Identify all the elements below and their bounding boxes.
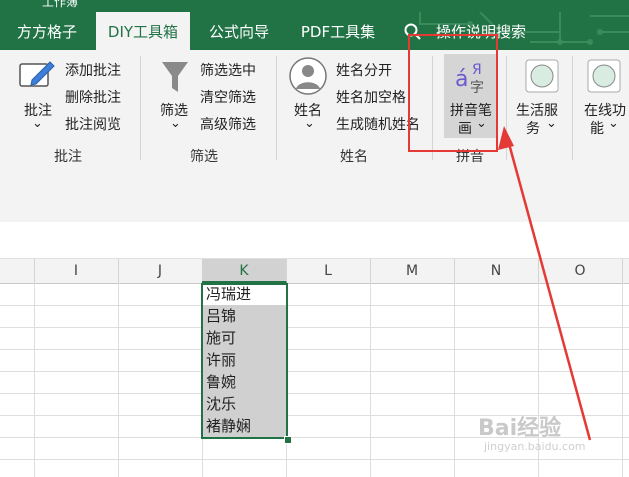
annotation-arrow-icon — [498, 126, 592, 441]
watermark-logo: Bai经验 — [478, 416, 562, 441]
watermark-url: jingyan.baidu.com — [484, 440, 586, 453]
